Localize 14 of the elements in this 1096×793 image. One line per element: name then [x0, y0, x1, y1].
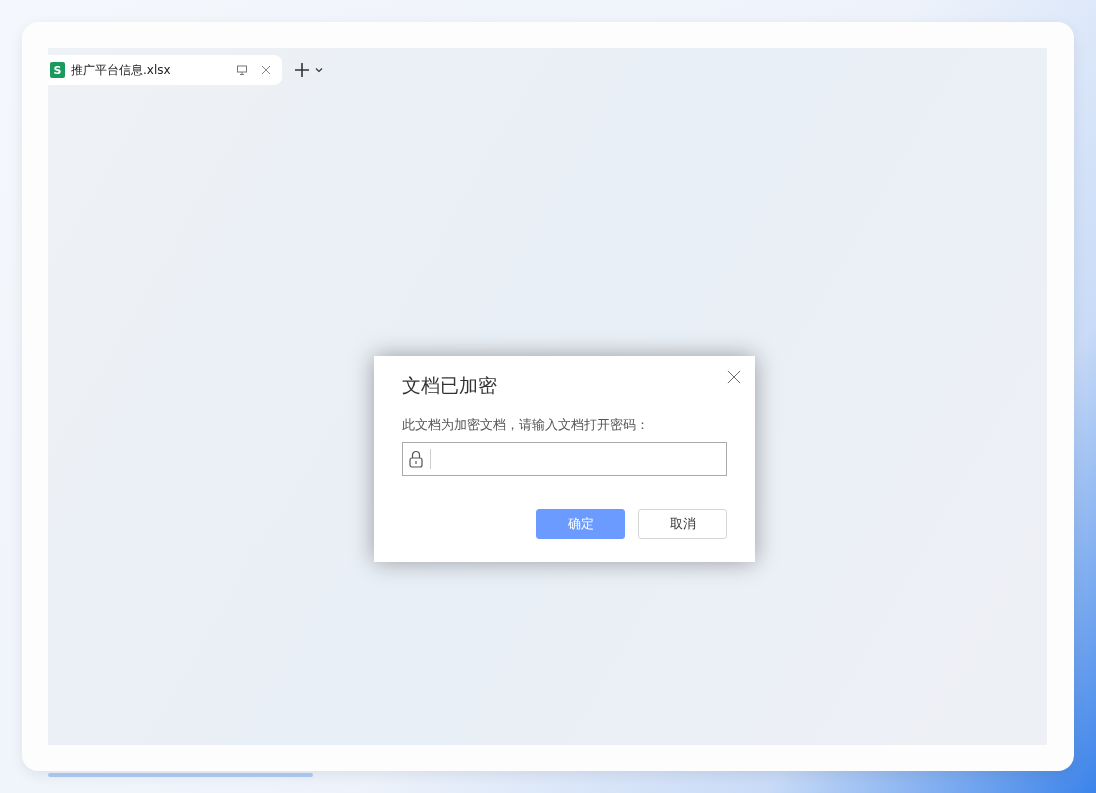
tab-label: 推广平台信息.xlsx [71, 61, 172, 79]
scroll-bar[interactable] [48, 773, 313, 777]
dialog-title: 文档已加密 [402, 373, 498, 398]
close-icon[interactable] [260, 64, 272, 76]
close-icon[interactable] [727, 370, 741, 384]
document-tab[interactable]: S 推广平台信息.xlsx [48, 55, 282, 85]
lock-icon [409, 450, 423, 468]
cancel-button[interactable]: 取消 [638, 509, 727, 539]
plus-icon[interactable] [294, 62, 310, 78]
password-field[interactable] [402, 442, 727, 476]
spreadsheet-icon: S [50, 62, 65, 78]
monitor-icon[interactable] [236, 64, 248, 76]
chevron-down-icon[interactable] [314, 65, 324, 75]
dialog-message: 此文档为加密文档，请输入文档打开密码： [402, 416, 650, 434]
